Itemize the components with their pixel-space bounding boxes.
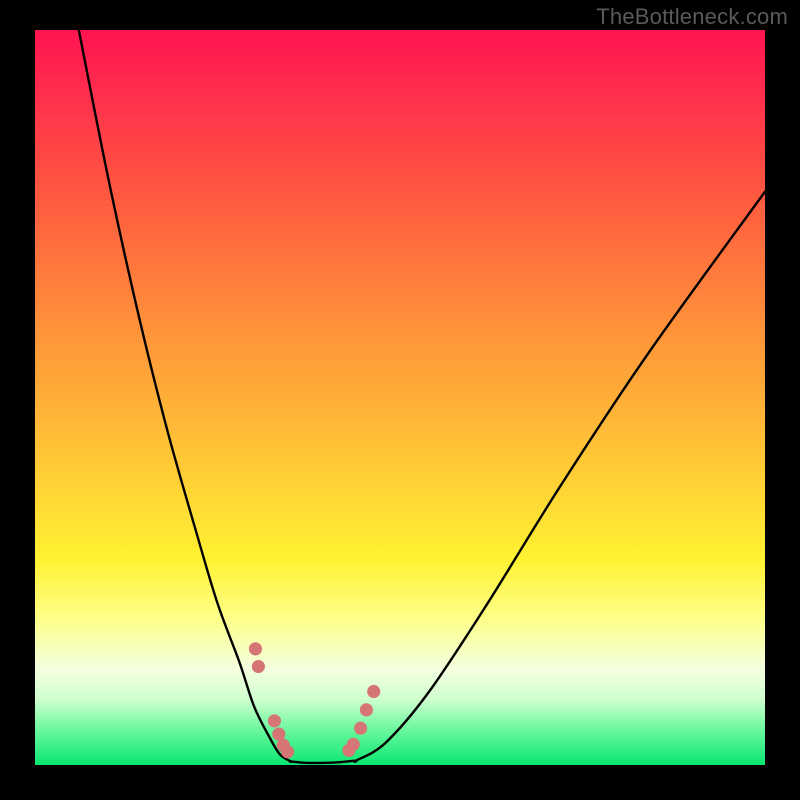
marker-right-11: [367, 685, 380, 698]
marker-left-6: [281, 745, 294, 758]
bottleneck-curve: [79, 30, 765, 763]
marker-left-2: [252, 660, 265, 673]
chart-svg: [35, 30, 765, 765]
marker-right-9: [354, 722, 367, 735]
chart-frame: TheBottleneck.com: [0, 0, 800, 800]
plot-area: [35, 30, 765, 765]
marker-left-3: [268, 714, 281, 727]
marker-right-10: [360, 703, 373, 716]
marker-right-8: [347, 738, 360, 751]
watermark-text: TheBottleneck.com: [596, 4, 788, 30]
marker-layer: [249, 642, 380, 758]
marker-left-1: [249, 642, 262, 655]
curve-layer: [79, 30, 765, 763]
